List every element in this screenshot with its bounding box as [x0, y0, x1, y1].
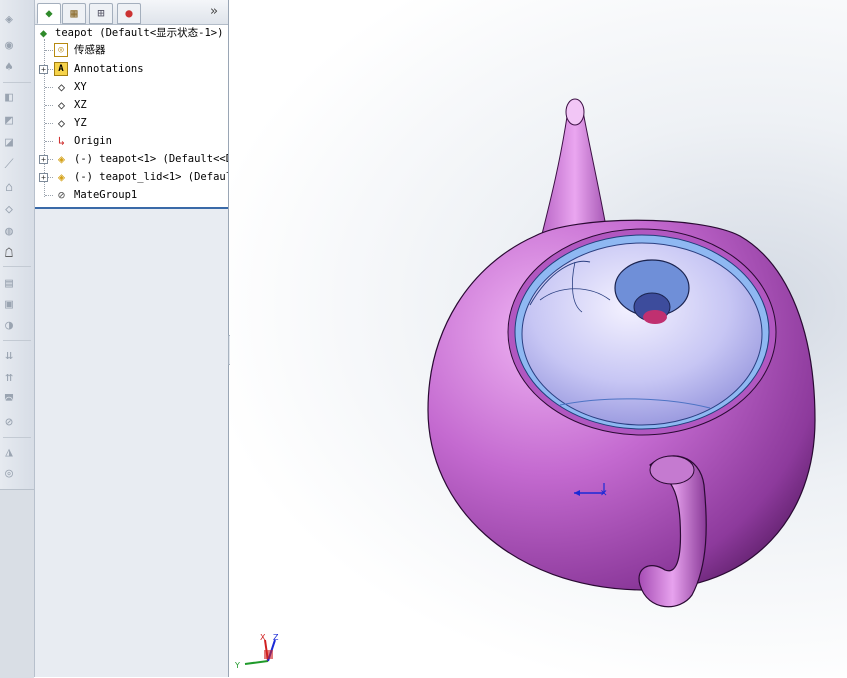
- tree-item-sensors[interactable]: ◎ 传感器: [35, 42, 228, 59]
- plane-icon: ◇: [57, 116, 66, 130]
- instant3d-icon[interactable]: ◎: [1, 466, 17, 482]
- configuration-manager-icon: ⊞: [97, 6, 105, 20]
- swept-boss-icon[interactable]: ♠: [1, 60, 17, 76]
- reference-geometry-icon[interactable]: ◍: [1, 224, 17, 240]
- sensor-icon: ◎: [54, 43, 68, 57]
- move-face-icon[interactable]: ⇊: [1, 348, 17, 364]
- extruded-boss-icon[interactable]: ◈: [1, 12, 17, 28]
- tree-item-label: YZ: [74, 117, 87, 129]
- configuration-manager-tab[interactable]: ⊞: [89, 3, 113, 24]
- display-manager-tab[interactable]: ●: [117, 3, 141, 24]
- annotations-icon: A: [54, 62, 68, 76]
- circular-pattern-icon[interactable]: ▣: [1, 297, 17, 313]
- chamfer-icon[interactable]: ◪: [1, 135, 17, 151]
- tree-item-label: MateGroup1: [74, 189, 138, 201]
- revolved-boss-icon[interactable]: ◉: [1, 38, 17, 54]
- tree-item-label: (-) teapot_lid<1> (Defaul: [74, 171, 228, 183]
- tree-empty-area: [35, 209, 228, 677]
- triad-label-y: Y: [234, 661, 240, 670]
- part-icon: ◈: [57, 152, 66, 166]
- triad-label-z: Z: [273, 633, 279, 642]
- curves-icon[interactable]: ☖: [1, 246, 17, 262]
- tree-item-teapot-part[interactable]: + ◈ (-) teapot<1> (Default<<De: [35, 151, 228, 168]
- expand-icon[interactable]: +: [39, 65, 48, 74]
- tree-item-plane-xz[interactable]: ◇ XZ: [35, 97, 228, 114]
- tree-item-plane-xy[interactable]: ◇ XY: [35, 79, 228, 96]
- toolbar-empty-area: [0, 489, 34, 678]
- part-icon: ◈: [57, 170, 66, 184]
- tree-root-teapot[interactable]: ◆ teapot (Default<显示状态-1>): [35, 25, 228, 42]
- feature-manager-icon: ◆: [45, 6, 53, 20]
- graphics-viewport[interactable]: ✕ X Z Y: [230, 0, 847, 677]
- triad-label-x: X: [260, 633, 266, 642]
- tree-item-label: 传感器: [74, 44, 106, 56]
- fillet-icon[interactable]: ◩: [1, 113, 17, 129]
- linear-pattern-icon[interactable]: ▤: [1, 276, 17, 292]
- expand-icon[interactable]: +: [39, 155, 48, 164]
- display-manager-icon: ●: [125, 6, 133, 20]
- tree-item-label: Origin: [74, 135, 112, 147]
- mirror-icon[interactable]: ◑: [1, 318, 17, 334]
- feature-manager-panel: ◆ ▦ ⊞ ● » ◆ teapot (Default<显示状态-1>) ◎ 传…: [35, 0, 229, 677]
- tree-item-annotations[interactable]: + A Annotations: [35, 61, 228, 78]
- feature-manager-tab[interactable]: ◆: [37, 3, 61, 24]
- tree-item-mategroup[interactable]: ⊘ MateGroup1: [35, 187, 228, 204]
- tree-item-label: XY: [74, 81, 87, 93]
- tree-item-plane-yz[interactable]: ◇ YZ: [35, 115, 228, 132]
- plane-icon: ◇: [57, 98, 66, 112]
- extruded-cut-icon[interactable]: ◧: [1, 90, 17, 106]
- tree-item-label: Annotations: [74, 63, 144, 75]
- tree-root-label: teapot (Default<显示状态-1>): [55, 27, 224, 39]
- model-view: ✕ X Z Y: [234, 98, 816, 670]
- property-manager-tab[interactable]: ▦: [62, 3, 86, 24]
- property-manager-icon: ▦: [70, 6, 78, 20]
- mate-group-icon: ⊘: [57, 188, 66, 202]
- draft-icon[interactable]: ◇: [1, 202, 17, 218]
- spout-opening: [565, 98, 585, 126]
- tree-item-teapot-lid-part[interactable]: + ◈ (-) teapot_lid<1> (Defaul: [35, 169, 228, 186]
- svg-text:✕: ✕: [600, 489, 608, 499]
- deform-icon[interactable]: ⊘: [1, 415, 17, 431]
- tree-item-label: XZ: [74, 99, 87, 111]
- assembly-icon: ◆: [39, 26, 48, 40]
- manager-tabs: ◆ ▦ ⊞ ● »: [35, 0, 228, 25]
- shell-icon[interactable]: ⌂: [1, 180, 17, 196]
- origin-icon: ↳: [57, 134, 66, 148]
- split-line-icon[interactable]: ⇈: [1, 370, 17, 386]
- rib-icon[interactable]: ⟋: [1, 157, 17, 173]
- expand-icon[interactable]: +: [39, 173, 48, 182]
- command-toolbar: ◈ ◉ ♠ ◧ ◩ ◪ ⟋ ⌂ ◇ ◍ ☖ ▤ ▣ ◑ ⇊ ⇈ ◚ ⊘ ◮ ◎: [0, 0, 35, 678]
- tree-item-label: (-) teapot<1> (Default<<De: [74, 153, 228, 165]
- intersect-icon[interactable]: ◮: [1, 445, 17, 461]
- dome-icon[interactable]: ◚: [1, 393, 17, 409]
- more-tabs-button[interactable]: »: [210, 4, 218, 19]
- view-triad: X Z Y: [234, 633, 279, 670]
- plane-icon: ◇: [57, 80, 66, 94]
- tree-item-origin[interactable]: ↳ Origin: [35, 133, 228, 150]
- feature-tree: ◆ teapot (Default<显示状态-1>) ◎ 传感器 + A Ann…: [35, 25, 228, 209]
